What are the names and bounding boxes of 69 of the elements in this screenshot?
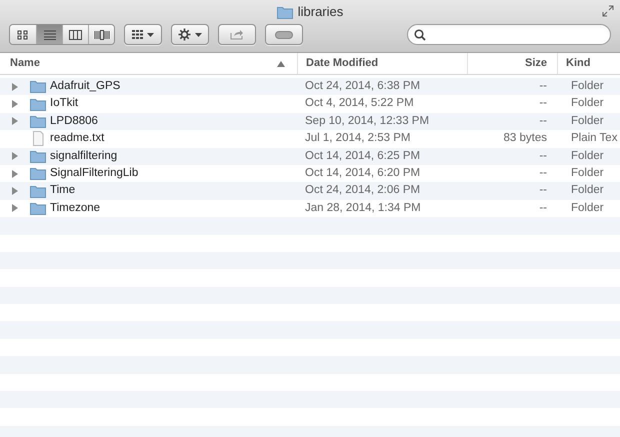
pill-icon	[275, 30, 293, 38]
share-button[interactable]	[218, 24, 256, 45]
file-row[interactable]: Time Oct 24, 2014, 2:06 PM -- Folder	[0, 182, 620, 200]
document-icon	[30, 131, 46, 146]
column-header[interactable]: Kind	[557, 53, 620, 74]
view-mode-button[interactable]	[10, 25, 36, 44]
cover-flow-icon	[94, 30, 110, 40]
file-size: --	[539, 148, 547, 164]
file-row[interactable]: SignalFilteringLib Oct 14, 2014, 6:20 PM -- Folder	[0, 164, 620, 182]
view-mode-button[interactable]	[36, 25, 62, 44]
date-modified: Sep 10, 2014, 12:33 PM	[304, 114, 430, 129]
folder-icon	[276, 6, 293, 18]
file-row[interactable]: Adafruit_GPS Oct 24, 2014, 6:38 PM -- Folder	[0, 78, 620, 96]
file-name: LPD8806	[50, 114, 98, 129]
file-kind: Plain Tex	[570, 131, 618, 146]
tag-button[interactable]	[265, 24, 303, 45]
grid-icon	[132, 30, 143, 39]
file-name: signalfiltering	[50, 148, 118, 164]
file-row[interactable]: LPD8806 Sep 10, 2014, 12:33 PM -- Folder	[0, 112, 620, 130]
search-field[interactable]	[407, 24, 611, 45]
file-name: Timezone	[50, 200, 100, 216]
caret-icon	[147, 32, 154, 36]
date-modified: Jan 28, 2014, 1:34 PM	[304, 200, 422, 216]
date-modified: Jul 1, 2014, 2:53 PM	[304, 131, 412, 146]
search-icon	[414, 28, 426, 40]
date-modified: Oct 14, 2014, 6:25 PM	[304, 148, 422, 164]
disclosure-triangle-icon[interactable]	[12, 152, 18, 160]
icon-grid-icon	[17, 30, 29, 40]
share-icon	[230, 29, 244, 40]
file-size: --	[539, 79, 547, 94]
file-kind: Folder	[570, 96, 604, 112]
view-mode-button[interactable]	[88, 25, 114, 44]
file-kind: Folder	[570, 114, 604, 129]
file-size: 83 bytes	[504, 131, 547, 146]
date-modified: Oct 24, 2014, 6:38 PM	[304, 79, 422, 94]
file-size: --	[539, 96, 547, 112]
file-size: --	[539, 166, 547, 182]
file-name: Time	[50, 183, 76, 198]
disclosure-triangle-icon[interactable]	[12, 170, 18, 178]
caret-icon	[195, 32, 202, 36]
date-modified: Oct 14, 2014, 6:20 PM	[304, 166, 422, 182]
fullscreen-icon	[602, 5, 614, 17]
date-modified: Oct 4, 2014, 5:22 PM	[304, 96, 415, 112]
columns-icon	[69, 30, 82, 40]
column-header[interactable]: Name	[0, 53, 297, 74]
file-kind: Folder	[570, 166, 604, 182]
file-kind: Folder	[570, 148, 604, 164]
file-name: SignalFilteringLib	[50, 166, 138, 182]
view-mode-button[interactable]	[62, 25, 88, 44]
file-kind: Folder	[570, 79, 604, 94]
gear-icon	[178, 28, 191, 41]
arrange-button[interactable]	[124, 24, 162, 45]
file-row[interactable]: Timezone Jan 28, 2014, 1:34 PM -- Folder	[0, 200, 620, 218]
file-name: Adafruit_GPS	[50, 79, 120, 94]
file-kind: Folder	[570, 200, 604, 216]
disclosure-triangle-icon[interactable]	[12, 82, 18, 91]
file-size: --	[539, 114, 547, 129]
window-title: libraries	[298, 3, 344, 22]
column-header[interactable]: Size	[467, 53, 557, 74]
file-kind: Folder	[570, 183, 604, 198]
action-button[interactable]	[171, 24, 209, 45]
column-header[interactable]: Date Modified	[297, 53, 467, 74]
date-modified: Oct 24, 2014, 2:06 PM	[304, 183, 422, 198]
file-size: --	[539, 200, 547, 216]
file-row[interactable]: signalfiltering Oct 14, 2014, 6:25 PM -- Folder	[0, 148, 620, 165]
file-size: --	[539, 183, 547, 198]
file-name: IoTkit	[50, 96, 78, 112]
file-name: readme.txt	[50, 131, 104, 146]
list-icon	[44, 30, 56, 40]
